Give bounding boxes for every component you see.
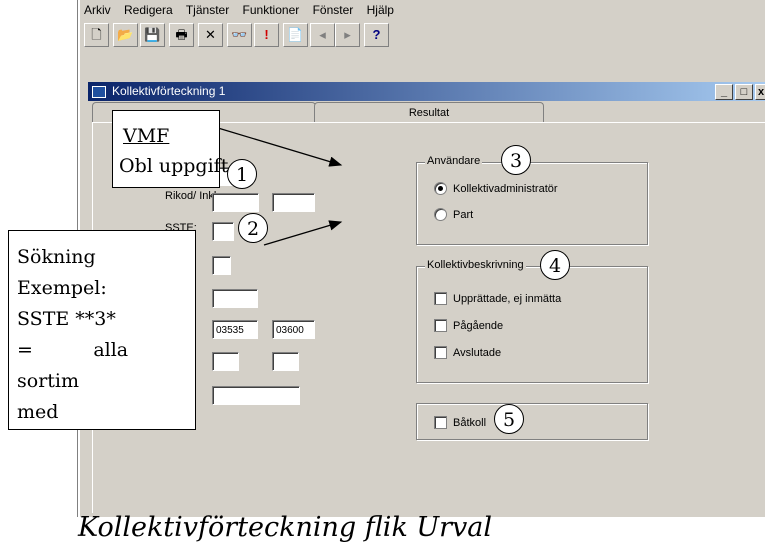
figure-caption: Kollektivförteckning flik Urval — [78, 512, 493, 543]
marker-4: 4 — [540, 250, 570, 280]
marker-1: 1 — [227, 159, 257, 189]
callout-search: Sökning Exempel: SSTE **3* = alla sortim… — [8, 230, 196, 430]
callout-line: sortim — [17, 370, 80, 392]
marker-5: 5 — [494, 404, 524, 434]
callout-line: Exempel: — [17, 277, 107, 299]
callout-line: med — [17, 401, 59, 423]
callout-line: Sökning — [17, 246, 96, 268]
callout-line: = alla — [17, 339, 129, 361]
arrow-search — [263, 220, 343, 246]
callout-vmf-text: Obl uppgift — [119, 155, 229, 177]
callout-vmf-title: VMF — [123, 125, 170, 147]
marker-2: 2 — [238, 213, 268, 243]
callout-line: SSTE **3* — [17, 308, 116, 330]
marker-3: 3 — [501, 145, 531, 175]
callout-vmf: VMF Obl uppgift — [112, 110, 228, 188]
